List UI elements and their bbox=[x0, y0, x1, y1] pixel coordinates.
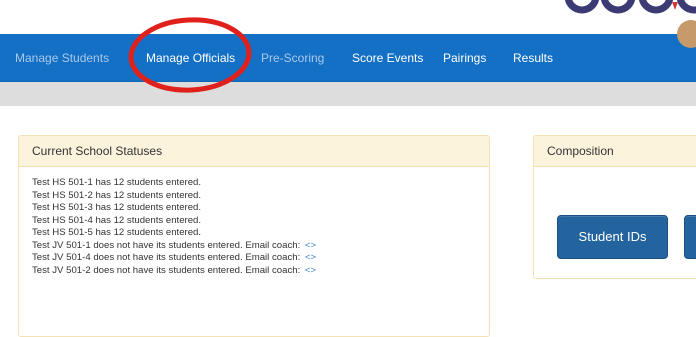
status-text: Test JV 501-4 does not have its students… bbox=[32, 252, 301, 263]
email-coach-link[interactable]: <> bbox=[305, 265, 316, 276]
status-text: Test JV 501-2 does not have its students… bbox=[32, 264, 301, 276]
status-text: Test HS 501-2 has 12 students entered. bbox=[32, 189, 202, 201]
status-text: Test JV 501-1 does not have its students… bbox=[32, 239, 301, 251]
status-text: Test HS 501-4 has 12 students entered. bbox=[32, 214, 202, 226]
status-line: Test HS 501-4 has 12 students entered. bbox=[32, 215, 489, 228]
composition-second-button[interactable] bbox=[684, 215, 696, 259]
email-coach-link[interactable]: <> bbox=[305, 252, 316, 263]
status-line: Test HS 501-2 has 12 students entered. bbox=[32, 190, 489, 203]
nav-pre-scoring[interactable]: Pre-Scoring bbox=[261, 34, 324, 82]
status-line: Test HS 501-3 has 12 students entered. bbox=[32, 202, 489, 215]
composition-heading: Composition bbox=[534, 136, 696, 167]
school-statuses-heading: Current School Statuses bbox=[19, 136, 489, 167]
main-navbar: Manage Students Manage Officials Pre-Sco… bbox=[0, 34, 696, 82]
nav-manage-officials[interactable]: Manage Officials bbox=[146, 34, 235, 82]
nav-score-events[interactable]: Score Events bbox=[352, 34, 423, 82]
status-line: Test HS 501-5 has 12 students entered. bbox=[32, 227, 489, 240]
nav-results[interactable]: Results bbox=[513, 34, 553, 82]
status-text: Test HS 501-1 has 12 students entered. bbox=[32, 177, 202, 188]
sub-toolbar bbox=[0, 82, 696, 106]
site-logo bbox=[560, 0, 696, 34]
status-line: Test JV 501-4 does not have its students… bbox=[32, 252, 489, 265]
composition-panel: Composition Student IDs bbox=[533, 135, 696, 279]
status-line: Test JV 501-2 does not have its students… bbox=[32, 265, 489, 278]
status-list: Test HS 501-1 has 12 students entered. T… bbox=[19, 167, 489, 277]
status-text: Test HS 501-3 has 12 students entered. bbox=[32, 202, 202, 213]
nav-pairings[interactable]: Pairings bbox=[443, 34, 486, 82]
status-line: Test HS 501-1 has 12 students entered. bbox=[32, 177, 489, 190]
status-line: Test JV 501-1 does not have its students… bbox=[32, 240, 489, 253]
status-text: Test HS 501-5 has 12 students entered. bbox=[32, 227, 202, 238]
school-statuses-panel: Current School Statuses Test HS 501-1 ha… bbox=[18, 135, 490, 337]
email-coach-link[interactable]: <> bbox=[305, 240, 316, 251]
student-ids-button[interactable]: Student IDs bbox=[557, 215, 668, 259]
nav-manage-students[interactable]: Manage Students bbox=[15, 34, 109, 82]
